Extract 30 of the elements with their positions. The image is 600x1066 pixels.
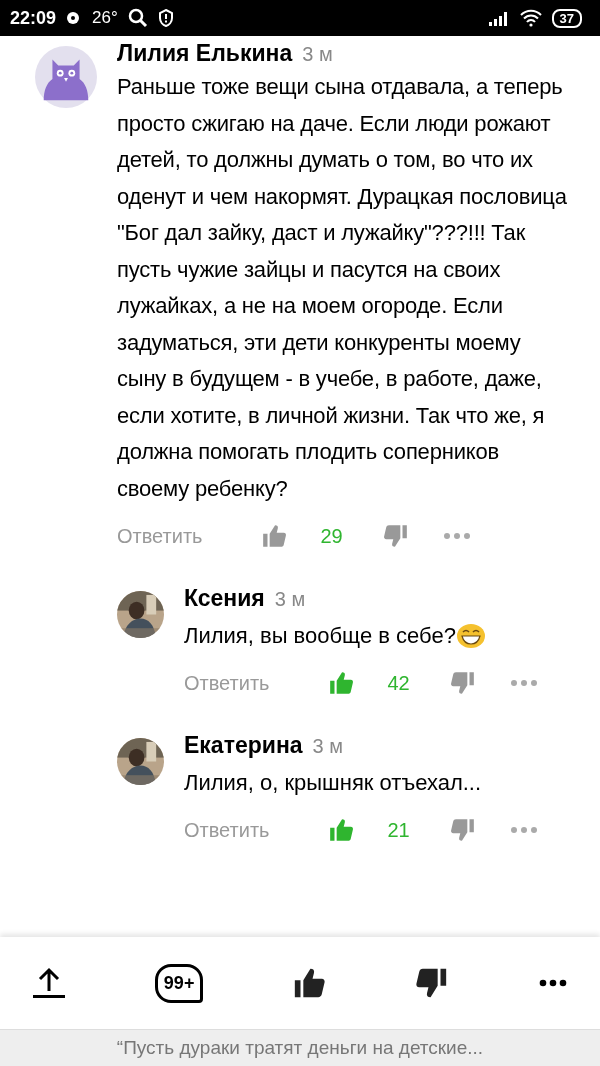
more-icon[interactable] — [538, 979, 568, 987]
comment-age: 3 м — [302, 43, 333, 66]
comment-text: Лилия, вы вообще в себе? — [184, 622, 456, 650]
author-name[interactable]: Лилия Елькина — [117, 40, 293, 67]
comments-count-button[interactable]: 99+ — [154, 963, 204, 1003]
reply-button[interactable]: Ответить — [184, 671, 270, 695]
article-title-bar[interactable]: “Пусть дураки тратят деньги на детские... — [0, 1029, 600, 1066]
like-count: 21 — [387, 818, 411, 842]
search-icon — [127, 8, 148, 28]
share-icon[interactable] — [32, 967, 66, 999]
laughing-face-icon — [455, 623, 486, 649]
signal-icon — [487, 10, 510, 26]
reply-button[interactable]: Ответить — [117, 524, 203, 548]
article-title[interactable]: “Пусть дураки тратят деньги на детские... — [116, 1037, 484, 1059]
comment-text: Раньше тоже вещи сына отдавала, а теперь просто сжигаю на даче. Если люди рожают детей, то должны думать о том, во что их оденут и чем накормят. Дурацкая пословица "Бог дал зайку, даст и лужайку"???!!! Так пусть чужие зайцы и пасутся на своих лужайках, а не на моем огороде. Если задуматься, эти дети конкуренты моему сыну в будущем - в учебе, в работе, даже, если хотите, в личной жизни. Так что же, я должна помогать плодить соперников своему ребенку? — [117, 73, 568, 503]
comment-age: 3 м — [312, 735, 343, 758]
comment-age: 3 м — [274, 588, 306, 611]
owl-avatar-icon — [35, 46, 97, 108]
temperature: 26° — [92, 8, 118, 28]
wifi-icon — [519, 9, 542, 27]
reply-button[interactable]: Ответить — [184, 818, 270, 842]
like-icon[interactable] — [292, 966, 327, 1000]
author-name[interactable]: Екатерина — [184, 732, 303, 759]
author-name[interactable]: Ксения — [184, 585, 265, 612]
clock: 22:09 — [10, 7, 57, 29]
shield-icon — [157, 9, 174, 27]
like-count: 42 — [387, 671, 411, 695]
like-count: 29 — [320, 524, 344, 548]
battery-indicator: 37 — [551, 8, 582, 28]
comment-text: Лилия, о, крышняк отъехал... — [184, 769, 482, 797]
